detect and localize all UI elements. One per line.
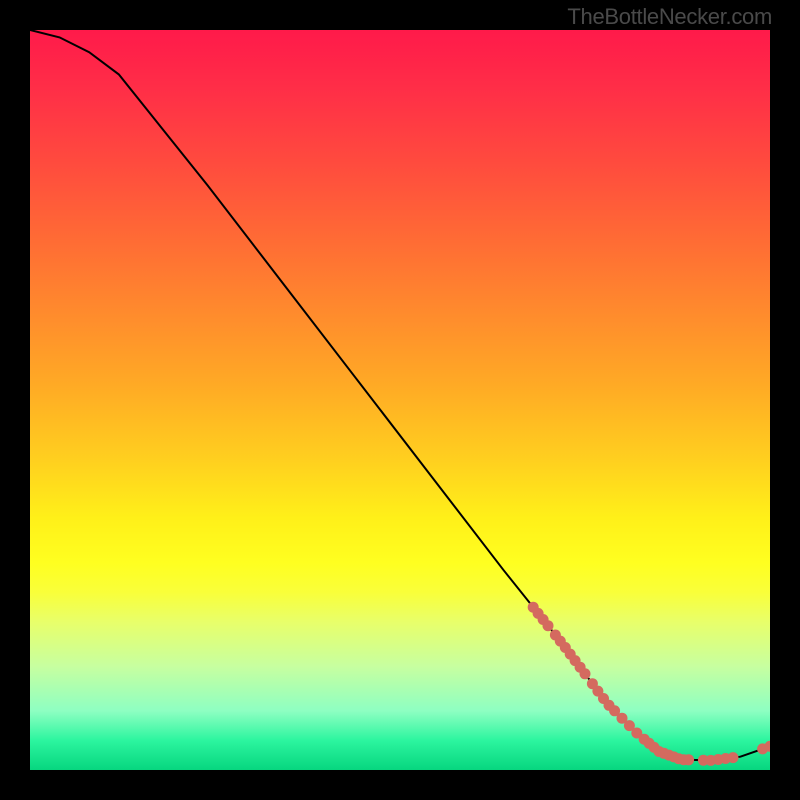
- plot-area: [30, 30, 770, 770]
- data-marker: [543, 620, 554, 631]
- data-markers: [528, 602, 770, 766]
- data-marker: [683, 754, 694, 765]
- watermark-label: TheBottleNecker.com: [567, 4, 772, 30]
- chart-svg: [30, 30, 770, 770]
- data-marker: [580, 668, 591, 679]
- bottleneck-curve: [30, 30, 770, 760]
- data-marker: [728, 752, 739, 763]
